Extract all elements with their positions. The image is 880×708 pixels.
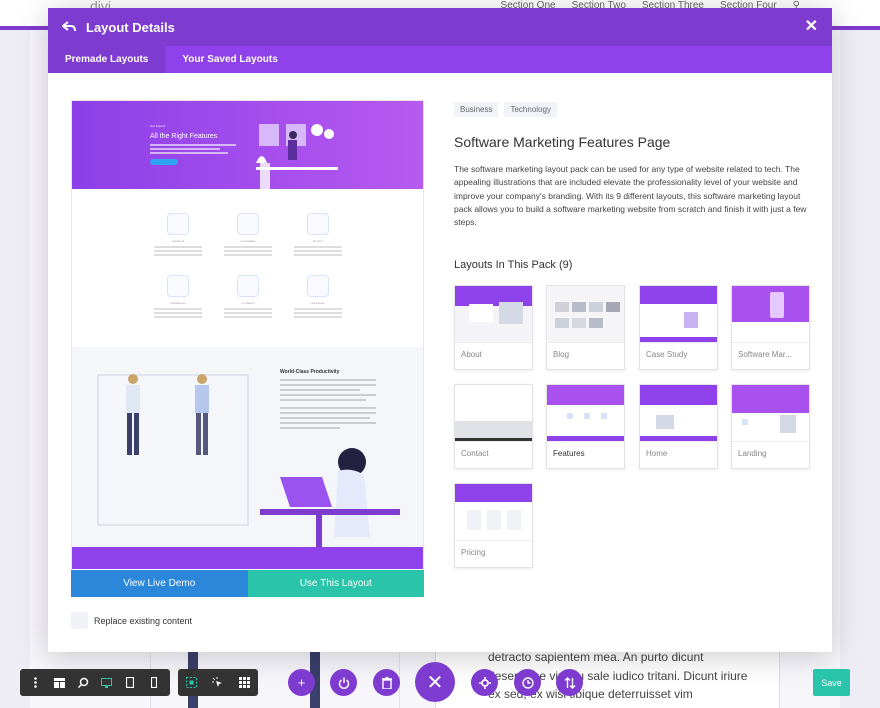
preview-productivity-section: World-Class Productivity (72, 347, 423, 547)
layout-card-label: Case Study (646, 350, 688, 359)
preview-feature: INTEGRATIONS (153, 275, 203, 320)
use-this-layout-button[interactable]: Use This Layout (247, 570, 424, 597)
preview-hero: Get Started All the Right Features (72, 101, 423, 189)
layout-thumbnail (640, 286, 717, 343)
body-text: detracto sapientem mea. An purto dicunt (488, 650, 704, 664)
more-options-icon[interactable] (30, 677, 42, 689)
layout-thumbnail (547, 286, 624, 343)
layout-card-features[interactable]: Features (546, 384, 625, 469)
view-live-demo-button[interactable]: View Live Demo (71, 570, 248, 597)
desktop-view-icon[interactable] (101, 677, 113, 689)
preview-hero-title: All the Right Features (150, 133, 218, 140)
layout-card-label: About (461, 350, 482, 359)
replace-content-label[interactable]: Replace existing content (94, 616, 192, 626)
history-icon[interactable] (514, 669, 541, 696)
preview-feature-title: PRICE MODEL (311, 303, 325, 305)
power-icon[interactable] (330, 669, 357, 696)
preview-people-illustration (97, 374, 400, 547)
grid-mode-icon[interactable] (239, 677, 251, 689)
preview-text-line (150, 148, 220, 150)
modal-header: Layout Details ✕ (48, 8, 832, 46)
save-button[interactable]: Save (813, 669, 850, 696)
preview-feature: WORKFLOW (153, 213, 203, 258)
preview-feature-title: DOCUMENTS (241, 303, 255, 305)
preview-actions: View Live Demo Use This Layout (71, 570, 424, 597)
layout-thumbnail (547, 385, 624, 442)
portability-icon[interactable] (556, 669, 583, 696)
close-icon[interactable]: ✕ (805, 18, 818, 36)
layout-card-home[interactable]: Home (639, 384, 718, 469)
layout-card-label: Software Mar... (738, 350, 792, 359)
back-arrow-icon[interactable] (60, 18, 78, 36)
layout-details: Business Technology Software Marketing F… (454, 102, 812, 271)
click-mode-icon[interactable] (212, 677, 224, 689)
wireframe-icon[interactable] (53, 677, 65, 689)
layout-card-software-marketing[interactable]: Software Mar... (731, 285, 810, 370)
layout-thumbnail (455, 385, 532, 442)
layout-description: The software marketing layout pack can b… (454, 164, 807, 228)
layout-details-modal: Layout Details ✕ Premade Layouts Your Sa… (48, 8, 832, 652)
category-tag[interactable]: Business (454, 102, 499, 117)
tablet-view-icon[interactable] (124, 677, 136, 689)
layout-thumbnail (732, 385, 809, 442)
layout-card-label: Home (646, 449, 668, 458)
preview-footer-band (72, 547, 423, 569)
preview-feature-title: CUSTOMIZABLE (240, 241, 256, 243)
layout-card-label: Landing (738, 449, 767, 458)
interaction-mode-toolbar (178, 669, 258, 696)
hover-mode-icon[interactable] (185, 677, 197, 689)
preview-feature: DOCUMENTS (223, 275, 273, 320)
layout-card-pricing[interactable]: Pricing (454, 483, 533, 568)
preview-text-line (150, 152, 228, 154)
preview-hero-kicker: Get Started (150, 124, 166, 128)
category-tag[interactable]: Technology (504, 102, 557, 117)
preview-features: WORKFLOW CUSTOMIZABLE SECURITY INTEGRATI… (72, 189, 423, 347)
trash-icon[interactable] (373, 669, 400, 696)
add-layout-icon[interactable]: + (288, 669, 315, 696)
pack-title: Layouts In This Pack (9) (454, 259, 573, 272)
layout-thumbnail (640, 385, 717, 442)
replace-content-checkbox[interactable] (71, 612, 88, 629)
layout-card-label: Features (553, 449, 585, 458)
layout-card-label: Blog (553, 350, 570, 359)
layout-card-case-study[interactable]: Case Study (639, 285, 718, 370)
layout-card-landing[interactable]: Landing (731, 384, 810, 469)
tab-premade-layouts[interactable]: Premade Layouts (48, 46, 166, 73)
replace-content-row: Replace existing content (71, 612, 192, 629)
preview-text-line (150, 144, 236, 146)
preview-feature-title: INTEGRATIONS (170, 303, 186, 305)
category-tags: Business Technology (454, 102, 812, 117)
layout-thumbnail (455, 286, 532, 343)
close-builder-icon[interactable]: ✕ (415, 662, 455, 702)
preview-feature-title: WORKFLOW (172, 241, 184, 243)
preview-feature: CUSTOMIZABLE (223, 213, 273, 258)
phone-view-icon[interactable] (148, 677, 160, 689)
modal-title: Layout Details (86, 19, 175, 35)
layout-card-blog[interactable]: Blog (546, 285, 625, 370)
settings-icon[interactable] (471, 669, 498, 696)
layout-preview[interactable]: Get Started All the Right Features WORKF… (71, 100, 424, 597)
tab-saved-layouts[interactable]: Your Saved Layouts (165, 46, 294, 73)
layout-name: Software Marketing Features Page (454, 134, 671, 150)
layout-card-about[interactable]: About (454, 285, 533, 370)
layout-thumbnail (455, 484, 532, 541)
layout-thumbnail (732, 286, 809, 343)
preview-feature: PRICE MODEL (293, 275, 343, 320)
preview-hero-button (150, 159, 178, 165)
zoom-icon[interactable] (77, 677, 89, 689)
preview-feature: SECURITY (293, 213, 343, 258)
layout-card-contact[interactable]: Contact (454, 384, 533, 469)
layout-card-label: Contact (461, 449, 489, 458)
layout-card-label: Pricing (461, 548, 486, 557)
tab-bar: Premade Layouts Your Saved Layouts (48, 46, 832, 73)
view-mode-toolbar (20, 669, 170, 696)
preview-hero-illustration (256, 124, 338, 189)
preview-feature-title: SECURITY (312, 241, 324, 243)
